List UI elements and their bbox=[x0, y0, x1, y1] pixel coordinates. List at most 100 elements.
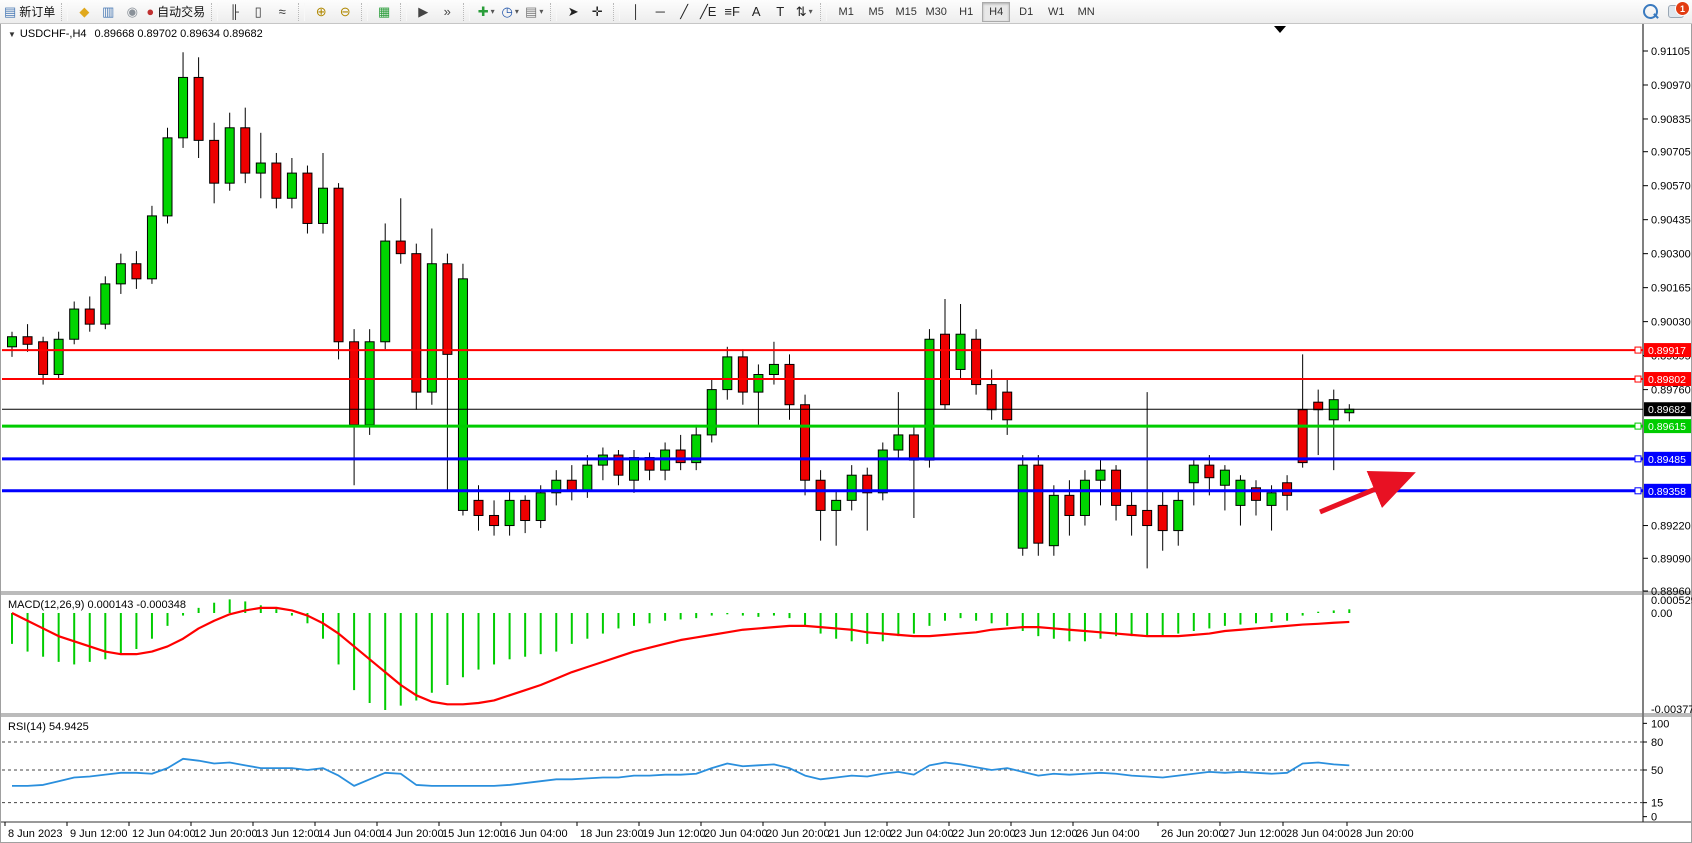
notification-badge: 1 bbox=[1675, 1, 1690, 16]
zoom-out-button[interactable]: ⊖ bbox=[334, 1, 356, 23]
horizontal-line-button[interactable]: ─ bbox=[649, 1, 671, 23]
time-tick-label: 18 Jun 23:00 bbox=[580, 828, 644, 840]
time-tick-label: 20 Jun 04:00 bbox=[704, 828, 768, 840]
notifications-icon[interactable]: 1 bbox=[1668, 5, 1684, 18]
fibonacci-retracement-button[interactable]: ≡F bbox=[721, 1, 743, 23]
horizontal-line-icon: ─ bbox=[656, 5, 665, 18]
text-label-button[interactable]: T bbox=[769, 1, 791, 23]
toolbar-separator bbox=[211, 3, 218, 21]
charts-window-button[interactable]: ▥ bbox=[97, 1, 119, 23]
metaeditor-icon: ◆ bbox=[79, 5, 89, 18]
equidistant-channel-button[interactable]: ╱E bbox=[697, 1, 719, 23]
toolbar-group: │ ─ ╱╱E≡F AT⇅▾ bbox=[622, 1, 818, 23]
line-chart-button[interactable]: ≈ bbox=[271, 1, 293, 23]
vertical-line-icon: │ bbox=[632, 5, 640, 18]
bar-chart-button[interactable]: ╟ bbox=[223, 1, 245, 23]
chart-shift-button[interactable]: ▶ bbox=[412, 1, 434, 23]
signals-button[interactable]: ◉ bbox=[121, 1, 143, 23]
auto-trading-icon: ● bbox=[146, 5, 154, 18]
level-price-text: 0.89485 bbox=[1648, 454, 1686, 466]
time-tick-label: 28 Jun 04:00 bbox=[1286, 828, 1350, 840]
price-tick-label: 0.90165 bbox=[1651, 283, 1691, 295]
toolbar-separator bbox=[61, 3, 68, 21]
timeframe-button-D1[interactable]: D1 bbox=[1012, 2, 1040, 22]
time-tick-label: 21 Jun 12:00 bbox=[828, 828, 892, 840]
level-handle[interactable] bbox=[1635, 488, 1641, 494]
main-toolbar: ▤新订单◆▥◉●自动交易╟▯≈⊕⊖▦▶»✚▾◷▾▤▾➤✛│─╱╱E≡FAT⇅▾M… bbox=[0, 0, 1692, 24]
svg-text:100: 100 bbox=[1651, 718, 1669, 730]
periods-icon: ◷ bbox=[502, 5, 513, 18]
text-button[interactable]: A bbox=[745, 1, 767, 23]
crosshair-button[interactable]: ✛ bbox=[586, 1, 608, 23]
cursor-button[interactable]: ➤ bbox=[562, 1, 584, 23]
chevron-down-icon: ▾ bbox=[491, 7, 495, 16]
chart-canvas[interactable]: 0.911050.909700.908350.907050.905700.904… bbox=[0, 0, 1692, 843]
price-tick-label: 0.90835 bbox=[1651, 114, 1691, 126]
price-tick-label: 0.90300 bbox=[1651, 249, 1691, 261]
candle bbox=[334, 183, 343, 359]
price-tick-label: 0.89090 bbox=[1651, 553, 1691, 565]
timeframe-button-H4[interactable]: H4 bbox=[982, 2, 1010, 22]
candlestick-chart-button[interactable]: ▯ bbox=[247, 1, 269, 23]
level-handle[interactable] bbox=[1635, 456, 1641, 462]
search-icon[interactable] bbox=[1643, 4, 1658, 19]
toolbar-group: ╟ ▯ ≈ bbox=[220, 1, 296, 23]
svg-text:-0.003771: -0.003771 bbox=[1651, 704, 1692, 716]
chart-shift-icon: ▶ bbox=[418, 5, 428, 18]
tile-windows-button[interactable]: ▦ bbox=[373, 1, 395, 23]
toolbar-group: ✚▾◷▾▤▾ bbox=[472, 1, 548, 23]
chart-title: ▼USDCHF-,H40.89668 0.89702 0.89634 0.896… bbox=[8, 28, 263, 40]
level-handle[interactable] bbox=[1635, 347, 1641, 353]
level-price-text: 0.89802 bbox=[1648, 374, 1686, 386]
indicators-list-icon: ✚ bbox=[478, 5, 489, 18]
templates-icon: ▤ bbox=[525, 5, 537, 18]
auto-trading-button[interactable]: ●自动交易 bbox=[145, 1, 206, 23]
chart-autoscroll-button[interactable]: » bbox=[436, 1, 458, 23]
zoom-in-icon: ⊕ bbox=[316, 5, 327, 18]
level-price-text: 0.89917 bbox=[1648, 345, 1686, 357]
level-handle[interactable] bbox=[1635, 423, 1641, 429]
toolbar-group: ⊕⊖ bbox=[307, 1, 359, 23]
toolbar-group: ▤新订单 bbox=[0, 1, 59, 23]
zoom-in-button[interactable]: ⊕ bbox=[310, 1, 332, 23]
text-icon: A bbox=[752, 5, 761, 18]
toolbar-group: ◆ ▥◉●自动交易 bbox=[70, 1, 209, 23]
indicators-list-button[interactable]: ✚▾ bbox=[475, 1, 497, 23]
chart-collapse-icon[interactable]: ▼ bbox=[8, 30, 16, 39]
price-tick-label: 0.90705 bbox=[1651, 147, 1691, 159]
periods-button[interactable]: ◷▾ bbox=[499, 1, 521, 23]
toolbar-separator bbox=[820, 3, 827, 21]
new-order-button[interactable]: ▤新订单 bbox=[3, 1, 56, 23]
timeframe-button-M15[interactable]: M15 bbox=[892, 2, 920, 22]
time-tick-label: 14 Jun 04:00 bbox=[318, 828, 382, 840]
chevron-down-icon: ▾ bbox=[539, 7, 543, 16]
candle bbox=[365, 329, 374, 435]
time-tick-label: 12 Jun 20:00 bbox=[194, 828, 258, 840]
candle bbox=[101, 276, 110, 329]
chart-ohlc-quotes: 0.89668 0.89702 0.89634 0.89682 bbox=[95, 28, 263, 40]
candle bbox=[303, 166, 312, 234]
candle bbox=[458, 264, 467, 516]
toolbar-separator bbox=[463, 3, 470, 21]
toolbar-group: ▦ bbox=[370, 1, 398, 23]
metaeditor-button[interactable]: ◆ bbox=[73, 1, 95, 23]
toolbar-separator bbox=[550, 3, 557, 21]
timeframe-button-W1[interactable]: W1 bbox=[1042, 2, 1070, 22]
vertical-line-button[interactable]: │ bbox=[625, 1, 647, 23]
trendline-button[interactable]: ╱ bbox=[673, 1, 695, 23]
timeframe-button-MN[interactable]: MN bbox=[1072, 2, 1100, 22]
time-tick-label: 22 Jun 04:00 bbox=[890, 828, 954, 840]
chart-window-frame bbox=[1, 24, 1692, 843]
timeframe-button-M1[interactable]: M1 bbox=[832, 2, 860, 22]
candle bbox=[54, 332, 63, 380]
time-tick-label: 26 Jun 20:00 bbox=[1161, 828, 1225, 840]
candlestick-chart-icon: ▯ bbox=[255, 5, 262, 18]
timeframe-button-M30[interactable]: M30 bbox=[922, 2, 950, 22]
timeframe-button-M5[interactable]: M5 bbox=[862, 2, 890, 22]
zoom-out-icon: ⊖ bbox=[340, 5, 351, 18]
time-tick-label: 9 Jun 12:00 bbox=[70, 828, 128, 840]
timeframe-button-H1[interactable]: H1 bbox=[952, 2, 980, 22]
templates-button[interactable]: ▤▾ bbox=[523, 1, 545, 23]
arrows-button[interactable]: ⇅▾ bbox=[793, 1, 815, 23]
level-handle[interactable] bbox=[1635, 376, 1641, 382]
